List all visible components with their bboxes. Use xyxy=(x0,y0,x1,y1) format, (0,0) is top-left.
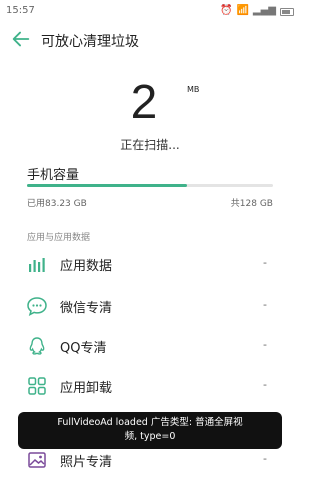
list-item-uninstall[interactable]: 应用卸载 - xyxy=(0,366,300,406)
page-title: 可放心清理垃圾 xyxy=(41,34,139,50)
scan-amount-block: 2 MB xyxy=(0,75,300,130)
list-item-value: - xyxy=(263,256,267,269)
capacity-bar-fill xyxy=(27,184,187,187)
list-item-wechat[interactable]: 微信专清 - xyxy=(0,286,300,326)
chat-bubble-icon xyxy=(26,295,48,317)
scan-amount: 2 xyxy=(130,76,158,129)
list-item-value: - xyxy=(263,378,267,391)
list-item-label: 照片专清 xyxy=(60,455,113,470)
app-grid-icon xyxy=(26,375,48,397)
toast-line-1: FullVideoAd loaded 广告类型: 普通全屏视 xyxy=(57,417,243,428)
back-button[interactable] xyxy=(10,28,36,52)
list-item-label: 应用数据 xyxy=(60,259,113,274)
list-item-value: - xyxy=(263,338,267,351)
list-item-app-data[interactable]: 应用数据 - xyxy=(0,244,300,284)
qq-penguin-icon xyxy=(26,335,48,357)
capacity-bar xyxy=(27,184,273,187)
status-time: 15:57 xyxy=(6,5,35,16)
list-item-qq[interactable]: QQ专清 - xyxy=(0,326,300,366)
list-item-value: - xyxy=(263,452,267,465)
section-title: 应用与应用数据 xyxy=(27,233,91,243)
scan-unit: MB xyxy=(187,85,200,94)
top-bar: 可放心清理垃圾 xyxy=(0,26,300,54)
signal-icon: ▂▄▆ xyxy=(252,5,276,16)
scan-status: 正在扫描... xyxy=(120,138,180,152)
capacity-title: 手机容量 xyxy=(27,168,80,183)
toast-line-2: 频, type=0 xyxy=(124,431,176,442)
status-bar: 15:57 ⏰ 📶 ▂▄▆ xyxy=(0,0,300,24)
list-item-value: - xyxy=(263,298,267,311)
toast-message: FullVideoAd loaded 广告类型: 普通全屏视 频, type=0 xyxy=(18,412,282,449)
back-arrow-icon xyxy=(12,31,30,47)
capacity-total: 共128 GB xyxy=(230,199,273,209)
list-item-label: 微信专清 xyxy=(60,301,113,316)
alarm-icon: ⏰ xyxy=(220,5,233,16)
list-item-label: 应用卸载 xyxy=(60,381,113,396)
wifi-icon: 📶 xyxy=(236,5,249,16)
list-item-label: QQ专清 xyxy=(60,341,107,356)
battery-icon xyxy=(280,7,294,16)
status-icons: ⏰ 📶 ▂▄▆ xyxy=(220,4,294,18)
bar-chart-icon xyxy=(26,253,48,275)
photo-icon xyxy=(26,449,48,471)
capacity-used: 已用83.23 GB xyxy=(27,199,87,209)
